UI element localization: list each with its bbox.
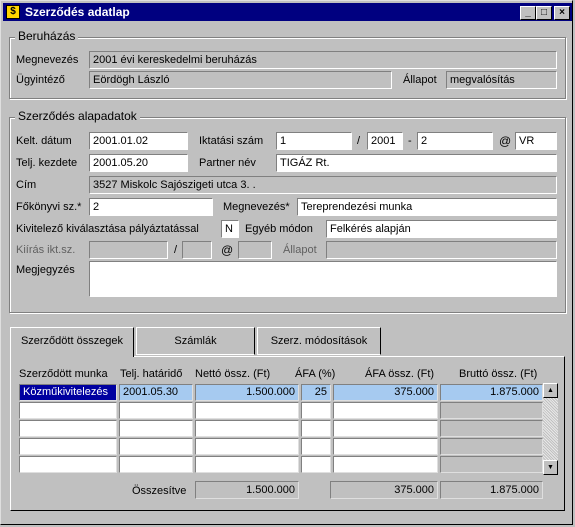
col-header-vat-percent: ÁFA (%) (295, 368, 336, 380)
table-row (440, 438, 543, 455)
table-row[interactable] (195, 420, 299, 437)
col-header-vat-amount: ÁFA össz. (Ft) (365, 368, 435, 380)
contract-name-label: Megnevezés* (223, 201, 290, 213)
total-vat: 375.000 (330, 481, 438, 499)
tab-contracted-amounts[interactable]: Szerződött összegek (10, 327, 134, 357)
table-row[interactable] (19, 438, 117, 455)
table-row[interactable] (119, 420, 193, 437)
registry-number-label: Iktatási szám (199, 135, 264, 147)
cell-work[interactable]: Közműkivitelezés (19, 384, 117, 401)
col-header-deadline: Telj. határidő (120, 368, 183, 380)
tab-contract-modifications[interactable]: Szerz. módosítások (257, 327, 381, 355)
table-row[interactable] (195, 402, 299, 419)
tender-registry-field-3[interactable] (238, 241, 272, 259)
registry-number-field-4[interactable]: VR (515, 132, 557, 150)
table-row (440, 456, 543, 473)
date-field[interactable]: 2001.01.02 (89, 132, 188, 150)
table-row[interactable] (119, 456, 193, 473)
tender-registry-at-sign: @ (221, 243, 234, 257)
table-row[interactable] (19, 420, 117, 437)
address-field[interactable]: 3527 Miskolc Sajószigeti utca 3. . (89, 176, 557, 194)
app-icon: $ (6, 5, 20, 19)
total-gross: 1.875.000 (440, 481, 543, 499)
table-row[interactable] (301, 420, 331, 437)
registry-at-sign: @ (499, 134, 512, 148)
investment-name-label: Megnevezés (16, 54, 79, 66)
table-row[interactable] (195, 438, 299, 455)
administrator-label: Ügyintéző (16, 74, 65, 86)
cell-vat-amount[interactable]: 375.000 (333, 384, 438, 401)
cell-net[interactable]: 1.500.000 (195, 384, 299, 401)
notes-label: Megjegyzés (16, 264, 75, 276)
investment-name-field[interactable]: 2001 évi kereskedelmi beruházás (89, 51, 557, 69)
scroll-up-icon[interactable]: ▲ (543, 383, 558, 398)
tender-registry-label: Kiírás ikt.sz. (16, 244, 76, 256)
cell-deadline[interactable]: 2001.05.30 (119, 384, 193, 401)
start-date-label: Telj. kezdete (16, 157, 78, 169)
cell-gross[interactable]: 1.875.000 (440, 384, 543, 401)
other-method-field[interactable]: Felkérés alapján (326, 220, 557, 238)
partner-name-field[interactable]: TIGÁZ Rt. (276, 154, 557, 172)
table-row (440, 420, 543, 437)
other-method-label: Egyéb módon (245, 223, 313, 235)
contract-name-field[interactable]: Tereprendezési munka (297, 198, 557, 216)
registry-slash: / (357, 135, 361, 147)
total-label: Összesítve (132, 485, 187, 497)
tender-registry-field-1[interactable] (89, 241, 168, 259)
table-row[interactable] (301, 456, 331, 473)
table-row[interactable] (333, 456, 438, 473)
tender-registry-slash: / (174, 244, 178, 256)
contract-basics-title: Szerződés alapadatok (15, 109, 140, 123)
registry-number-field-2[interactable]: 2001 (367, 132, 403, 150)
table-row[interactable] (119, 402, 193, 419)
partner-name-label: Partner név (199, 157, 256, 169)
ledger-number-field[interactable]: 2 (89, 198, 213, 216)
close-button[interactable]: × (554, 6, 570, 20)
contractor-selection-label: Kivitelező kiválasztása pályáztatással (16, 223, 199, 235)
registry-dash: - (408, 135, 412, 147)
table-row[interactable] (301, 402, 331, 419)
table-row[interactable] (333, 402, 438, 419)
notes-textarea[interactable] (89, 261, 557, 297)
col-header-gross: Bruttó össz. (Ft) (459, 368, 538, 380)
table-row[interactable] (119, 438, 193, 455)
tender-registry-field-2[interactable] (182, 241, 212, 259)
table-scrollbar[interactable]: ▲ ▼ (543, 383, 558, 475)
title-bar[interactable]: $ Szerződés adatlap _ □ × (3, 3, 572, 21)
tab-contract-modifications-label: Szerz. módosítások (270, 335, 368, 347)
window-title: Szerződés adatlap (25, 5, 130, 19)
investment-status-field[interactable]: megvalósítás (446, 71, 557, 89)
total-net: 1.500.000 (195, 481, 299, 499)
table-row[interactable] (301, 438, 331, 455)
col-header-work: Szerződött munka (19, 368, 108, 380)
administrator-field[interactable]: Eördögh László (89, 71, 392, 89)
contractor-selection-field[interactable]: N (221, 220, 239, 238)
tab-invoices-label: Számlák (174, 335, 217, 347)
date-label: Kelt. dátum (16, 135, 72, 147)
investment-group-title: Beruházás (15, 29, 79, 43)
registry-number-field-1[interactable]: 1 (276, 132, 352, 150)
table-row[interactable] (19, 402, 117, 419)
tab-contracted-amounts-label: Szerződött összegek (20, 335, 124, 347)
table-row[interactable] (19, 456, 117, 473)
registry-number-field-3[interactable]: 2 (417, 132, 493, 150)
minimize-button[interactable]: _ (520, 6, 536, 20)
table-row[interactable] (333, 420, 438, 437)
investment-status-label: Állapot (403, 74, 437, 86)
start-date-field[interactable]: 2001.05.20 (89, 154, 188, 172)
scroll-down-icon[interactable]: ▼ (543, 460, 558, 475)
cell-vat-percent[interactable]: 25 (301, 384, 331, 401)
table-row (440, 402, 543, 419)
col-header-net: Nettó össz. (Ft) (195, 368, 271, 380)
maximize-button[interactable]: □ (536, 6, 552, 20)
ledger-number-label: Főkönyvi sz.* (16, 201, 82, 213)
tab-invoices[interactable]: Számlák (136, 327, 255, 355)
contract-window: $ Szerződés adatlap _ □ × Beruházás Megn… (0, 0, 573, 525)
table-row[interactable] (333, 438, 438, 455)
table-row[interactable] (195, 456, 299, 473)
tender-status-field[interactable] (326, 241, 557, 259)
tender-status-label: Állapot (283, 244, 317, 256)
address-label: Cím (16, 179, 37, 191)
